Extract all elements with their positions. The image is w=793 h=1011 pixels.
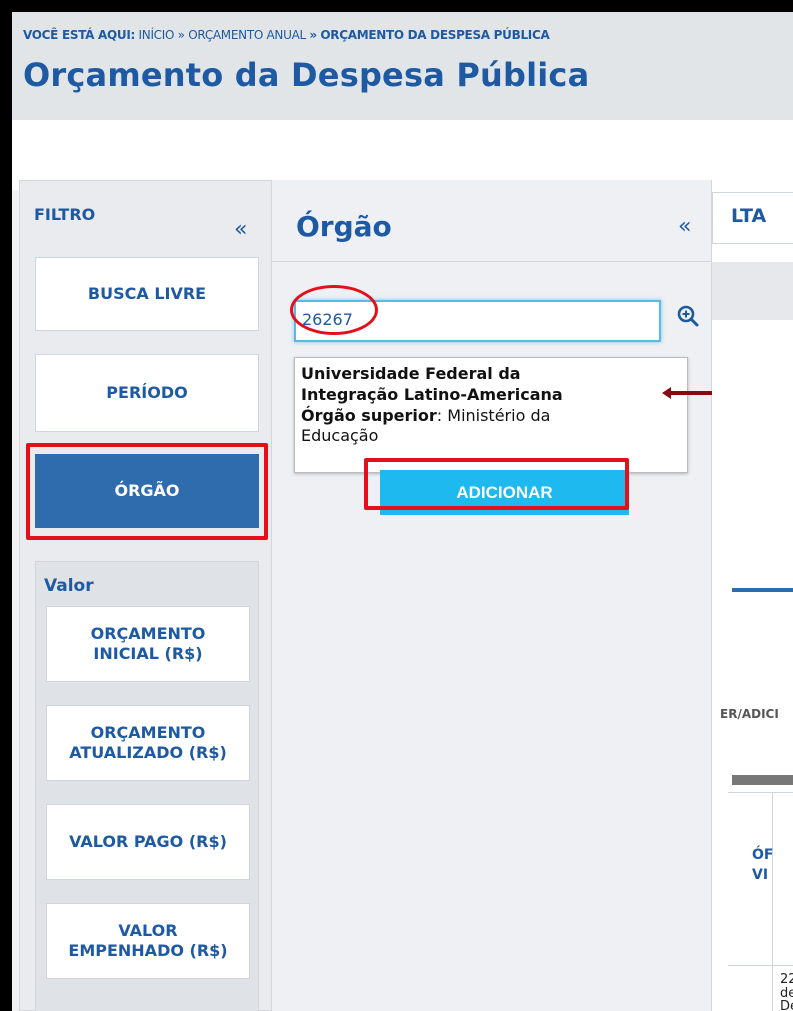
valor-orcamento-atualizado-button[interactable]: ORÇAMENTO ATUALIZADO (R$): [46, 705, 250, 781]
filter-periodo-label: PERÍODO: [106, 383, 188, 402]
results-action-label[interactable]: ER/ADICI: [720, 707, 793, 721]
valor-item-label: INICIAL (R$): [93, 644, 203, 663]
results-summary: [712, 320, 793, 510]
valor-item-label: EMPENHADO (R$): [68, 941, 228, 960]
breadcrumb: VOCÊ ESTÁ AQUI: INÍCIO » ORÇAMENTO ANUAL…: [23, 28, 550, 42]
valor-title: Valor: [44, 576, 94, 596]
zoom-in-icon[interactable]: [676, 304, 700, 328]
table-column-header[interactable]: ÓF VI: [752, 845, 792, 886]
breadcrumb-orcamento-anual-link[interactable]: ORÇAMENTO ANUAL: [188, 28, 306, 42]
valor-item-label: ATUALIZADO (R$): [69, 743, 227, 762]
filter-panel: FILTRO « BUSCA LIVRE PERÍODO ÓRGÃO Valor…: [19, 180, 272, 1011]
cell-line: de: [780, 985, 793, 1001]
suggestion-name-line: Integração Latino-Americana: [301, 384, 563, 404]
page-title: Orçamento da Despesa Pública: [23, 56, 590, 94]
valor-empenhado-button[interactable]: VALOR EMPENHADO (R$): [46, 903, 250, 979]
orgao-title: Órgão: [296, 210, 392, 243]
annotation-add-highlight: [364, 458, 629, 510]
column-header-line: ÓF: [752, 847, 774, 863]
filter-busca-livre-label: BUSCA LIVRE: [87, 284, 207, 303]
suggestion-superior-line: Órgão superior: Ministério da: [301, 406, 681, 427]
cell-line: 22: [780, 973, 793, 987]
annotation-orgao-highlight: [26, 443, 268, 540]
valor-pago-button[interactable]: VALOR PAGO (R$): [46, 804, 250, 880]
results-toolbar: [712, 262, 793, 320]
suggestion-name-line: Universidade Federal da: [301, 364, 521, 383]
results-panel: LTA ER/ADICI ÓF VI 22 de De: [712, 180, 793, 1011]
table-scrollbar[interactable]: [732, 775, 793, 785]
filter-collapse-icon[interactable]: «: [234, 219, 247, 241]
valor-item-label: VALOR: [118, 921, 178, 940]
annotation-arrow-icon: [662, 387, 712, 399]
valor-item-label: VALOR PAGO (R$): [69, 832, 227, 851]
suggestion-superior-value-cont: Educação: [301, 426, 379, 446]
valor-item-label: ORÇAMENTO: [90, 723, 206, 742]
valor-item-label: ORÇAMENTO: [90, 624, 206, 643]
valor-orcamento-inicial-button[interactable]: ORÇAMENTO INICIAL (R$): [46, 606, 250, 682]
breadcrumb-prefix: VOCÊ ESTÁ AQUI:: [23, 28, 136, 42]
breadcrumb-separator: »: [177, 28, 185, 42]
suggestion-superior-value: : Ministério da: [436, 405, 551, 425]
tab-consulta-label: LTA: [731, 205, 767, 227]
column-header-line: VI: [752, 867, 769, 884]
page-header: VOCÊ ESTÁ AQUI: INÍCIO » ORÇAMENTO ANUAL…: [12, 12, 793, 120]
filter-periodo-button[interactable]: PERÍODO: [35, 354, 259, 432]
breadcrumb-separator: »: [309, 28, 317, 42]
table-column-divider: [772, 793, 773, 1011]
cell-line: De: [780, 999, 793, 1011]
orgao-panel-header: Órgão «: [272, 180, 712, 262]
orgao-collapse-icon[interactable]: «: [678, 216, 691, 238]
filter-title: FILTRO: [34, 205, 96, 224]
table-cell: 22 de De: [780, 973, 793, 1011]
breadcrumb-current: ORÇAMENTO DA DESPESA PÚBLICA: [320, 28, 550, 42]
filter-busca-livre-button[interactable]: BUSCA LIVRE: [35, 257, 259, 331]
valor-group: Valor ORÇAMENTO INICIAL (R$) ORÇAMENTO A…: [35, 561, 259, 1011]
results-active-indicator: [732, 588, 793, 592]
annotation-search-ellipse: [290, 285, 378, 335]
results-table: ÓF VI 22 de De: [728, 792, 793, 1011]
breadcrumb-inicio-link[interactable]: INÍCIO: [139, 28, 175, 42]
tab-consulta[interactable]: LTA: [712, 192, 793, 244]
table-row-divider: [728, 965, 793, 966]
suggestion-superior-label: Órgão superior: [301, 405, 437, 425]
autocomplete-suggestion[interactable]: Universidade Federal da Integração Latin…: [294, 357, 688, 473]
